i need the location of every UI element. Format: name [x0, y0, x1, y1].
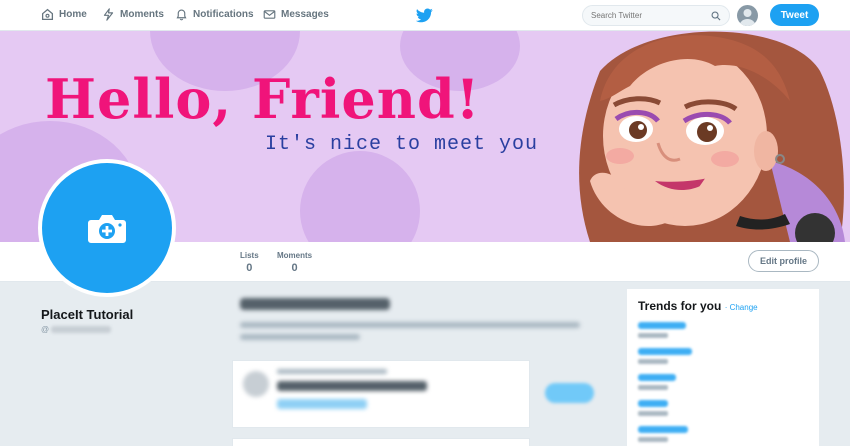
send-tweet-button-blurred[interactable]	[545, 383, 594, 403]
nav-messages[interactable]: Messages	[263, 8, 329, 21]
banner-subtitle: It's nice to meet you	[265, 133, 539, 156]
home-icon	[41, 8, 54, 21]
trend-item[interactable]	[638, 348, 692, 364]
profile-handle-prefix: @	[41, 325, 50, 334]
next-card	[232, 438, 530, 446]
lightning-icon	[103, 8, 114, 21]
nav-messages-label: Messages	[281, 9, 329, 20]
banner-title: Hello, Friend!	[45, 67, 481, 131]
envelope-icon	[263, 10, 276, 19]
stat-moments-value: 0	[291, 262, 298, 274]
trends-title: Trends for you · Change	[638, 299, 758, 313]
stat-moments-label: Moments	[277, 251, 313, 260]
trends-title-text: Trends for you	[638, 299, 722, 313]
nav-home-label: Home	[59, 9, 87, 20]
search-input[interactable]	[591, 11, 691, 20]
trends-change-link[interactable]: · Change	[725, 303, 758, 312]
welcome-text-blurred	[240, 322, 580, 328]
trend-item[interactable]	[638, 374, 676, 390]
twitter-bird-icon[interactable]	[416, 8, 433, 23]
trend-item[interactable]	[638, 426, 688, 442]
trends-panel: Trends for you · Change	[627, 289, 819, 446]
tweet-button[interactable]: Tweet	[770, 4, 819, 26]
stat-lists-label: Lists	[240, 251, 259, 260]
tweet-avatar-blurred	[243, 371, 269, 397]
stat-moments[interactable]: Moments 0	[277, 251, 312, 274]
nav-moments-label: Moments	[120, 9, 164, 20]
nav-home[interactable]: Home	[41, 8, 87, 21]
search-icon[interactable]	[711, 10, 721, 21]
stat-lists[interactable]: Lists 0	[240, 251, 259, 274]
profile-handle-blurred	[51, 326, 112, 333]
top-navigation-bar: Home Moments Notifications Messages Twee…	[0, 0, 850, 31]
cartoon-girl-illustration	[579, 31, 845, 242]
tweet-author-blurred	[277, 369, 387, 374]
banner-decoration	[300, 151, 420, 242]
stat-lists-value: 0	[246, 262, 253, 274]
user-avatar[interactable]	[737, 5, 758, 26]
welcome-heading-blurred	[240, 298, 390, 310]
trend-item[interactable]	[638, 322, 686, 338]
first-tweet-card	[232, 360, 530, 428]
bell-icon	[176, 9, 187, 21]
trend-item[interactable]	[638, 400, 668, 416]
default-avatar-icon	[739, 9, 756, 26]
tweet-hashtag-blurred	[277, 399, 367, 409]
nav-notifications[interactable]: Notifications	[175, 8, 254, 21]
edit-profile-button[interactable]: Edit profile	[748, 250, 819, 272]
profile-handle: @	[41, 325, 112, 334]
profile-display-name: PlaceIt Tutorial	[41, 307, 134, 322]
tweet-text-blurred	[277, 381, 427, 391]
profile-avatar-upload[interactable]	[38, 159, 176, 297]
nav-moments[interactable]: Moments	[102, 8, 164, 21]
search-field[interactable]	[582, 5, 730, 26]
add-photo-camera-icon	[88, 215, 126, 243]
welcome-text-blurred	[240, 334, 360, 340]
nav-notifications-label: Notifications	[193, 9, 254, 20]
